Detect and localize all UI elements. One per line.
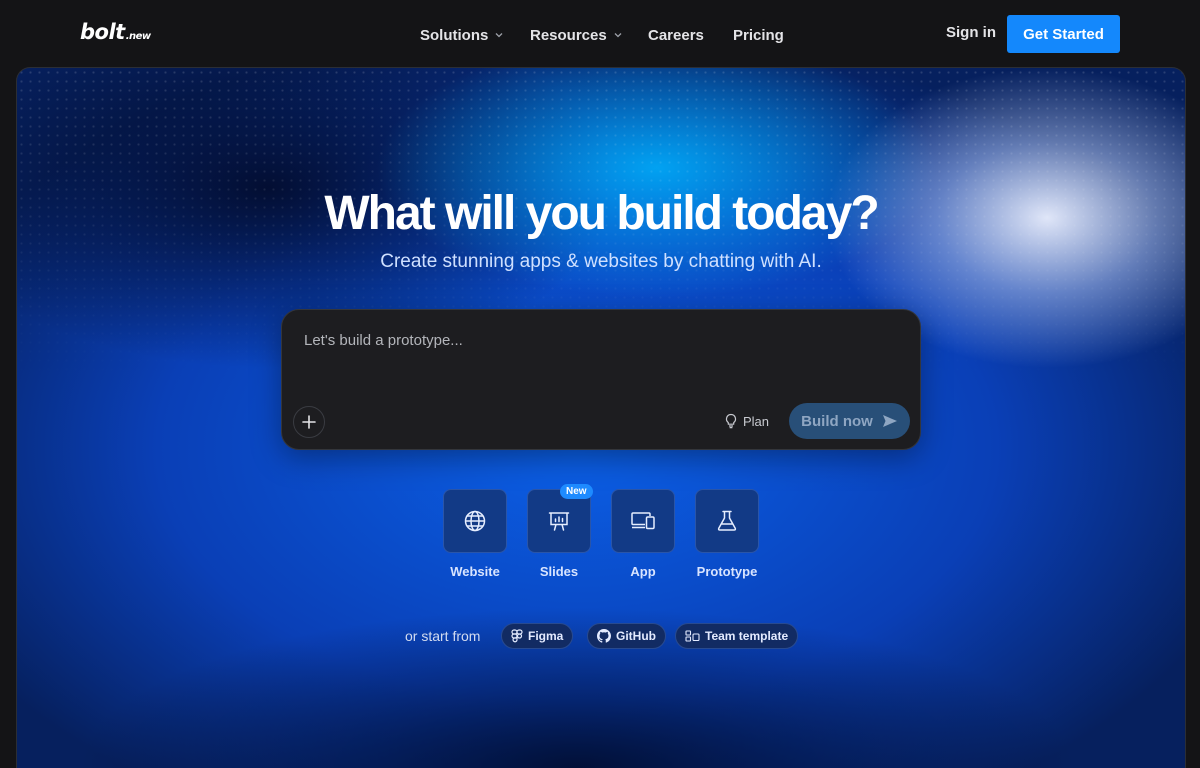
tile-website[interactable]: Website: [443, 489, 507, 579]
prompt-box: Plan Build now: [281, 309, 921, 450]
nav-pricing-label: Pricing: [733, 26, 784, 44]
hero-subtitle: Create stunning apps & websites by chatt…: [380, 251, 822, 272]
hero-title: What will you build today?: [324, 187, 879, 240]
presentation-icon: [548, 512, 570, 531]
project-type-tiles: Website New Slides App Prototype: [443, 484, 763, 589]
team-template-button[interactable]: Team template: [675, 623, 799, 649]
tile-app[interactable]: App: [611, 489, 675, 579]
nav-solutions[interactable]: Solutions: [420, 24, 504, 46]
template-icon: [685, 630, 700, 642]
flask-icon: [717, 510, 737, 531]
figma-label: Figma: [528, 629, 564, 643]
sign-in-link[interactable]: Sign in: [946, 24, 996, 41]
plan-label: Plan: [743, 413, 770, 429]
build-now-label: Build now: [801, 412, 873, 430]
tile-website-label: Website: [450, 564, 500, 579]
plus-icon: [302, 415, 316, 429]
tile-app-box: [611, 489, 675, 553]
nav-resources[interactable]: Resources: [530, 24, 623, 46]
start-from-row: or start from Figma GitHub Team template: [405, 623, 825, 649]
bolt-logo[interactable]: bolt.new: [80, 20, 151, 44]
attach-button[interactable]: [293, 406, 325, 438]
chevron-down-icon: [614, 33, 622, 38]
logo-suffix: .new: [125, 31, 151, 42]
tile-website-box: [443, 489, 507, 553]
figma-icon: [511, 629, 523, 643]
nav-pricing[interactable]: Pricing: [733, 24, 784, 46]
build-now-button[interactable]: Build now: [789, 403, 910, 439]
logo-wordmark: bolt: [80, 20, 125, 44]
tile-prototype-label: Prototype: [696, 564, 758, 579]
new-badge: New: [560, 484, 593, 499]
hero-section: What will you build today? Create stunni…: [16, 67, 1186, 768]
team-template-label: Team template: [705, 629, 789, 643]
github-import-button[interactable]: GitHub: [587, 623, 666, 649]
nav-careers[interactable]: Careers: [648, 24, 704, 46]
tile-slides-label: Slides: [539, 564, 579, 579]
nav-solutions-label: Solutions: [420, 26, 489, 44]
tile-slides[interactable]: New Slides: [527, 484, 593, 579]
top-navigation: bolt.new Solutions Resources Careers Pri…: [0, 0, 1200, 68]
nav-resources-label: Resources: [530, 26, 607, 44]
github-icon: [597, 629, 611, 643]
nav-careers-label: Careers: [648, 26, 704, 44]
start-from-label: or start from: [405, 628, 481, 644]
tile-app-label: App: [630, 564, 656, 579]
tile-prototype-box: [695, 489, 759, 553]
chevron-down-icon: [495, 33, 503, 38]
get-started-button[interactable]: Get Started: [1007, 15, 1120, 53]
plan-button[interactable]: Plan: [724, 411, 769, 431]
tile-prototype[interactable]: Prototype: [695, 489, 759, 579]
prompt-input[interactable]: [302, 330, 896, 384]
figma-import-button[interactable]: Figma: [501, 623, 574, 649]
lightbulb-icon: [725, 413, 737, 429]
send-arrow-icon: [882, 415, 897, 427]
github-label: GitHub: [616, 629, 656, 643]
globe-icon: [464, 510, 486, 532]
devices-icon: [631, 512, 655, 530]
